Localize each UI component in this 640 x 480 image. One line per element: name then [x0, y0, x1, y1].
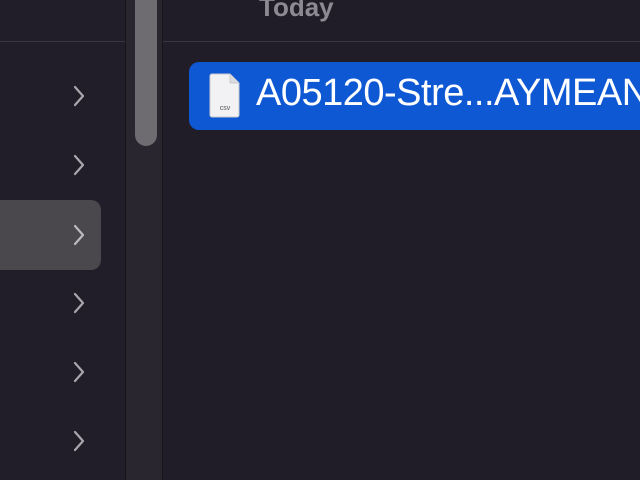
folder-row[interactable] [0, 268, 101, 338]
folder-column [0, 0, 125, 480]
file-type-label: csv [220, 105, 231, 112]
chevron-right-icon [73, 224, 85, 246]
chevron-right-icon [73, 154, 85, 176]
chevron-right-icon [73, 292, 85, 314]
folder-row[interactable] [0, 130, 101, 200]
chevron-right-icon [73, 430, 85, 452]
folder-row[interactable] [0, 61, 101, 131]
finder-window: Today csv A05120-Stre...AYMEAN.c [0, 0, 640, 480]
folder-row-selected[interactable] [0, 200, 101, 270]
folder-row[interactable] [0, 337, 101, 407]
file-name-label: A05120-Stre...AYMEAN.c [256, 72, 640, 114]
column-header-divider [0, 41, 125, 42]
section-header-today: Today [259, 0, 334, 22]
divider-line [125, 0, 126, 480]
column-header-divider [163, 41, 640, 42]
file-column: Today csv A05120-Stre...AYMEAN.c [163, 0, 640, 480]
csv-file-icon: csv [209, 72, 241, 118]
chevron-right-icon [73, 85, 85, 107]
chevron-right-icon [73, 361, 85, 383]
scrollbar-thumb[interactable] [135, 0, 157, 146]
folder-row[interactable] [0, 406, 101, 476]
file-row-selected[interactable]: csv A05120-Stre...AYMEAN.c [189, 62, 640, 130]
